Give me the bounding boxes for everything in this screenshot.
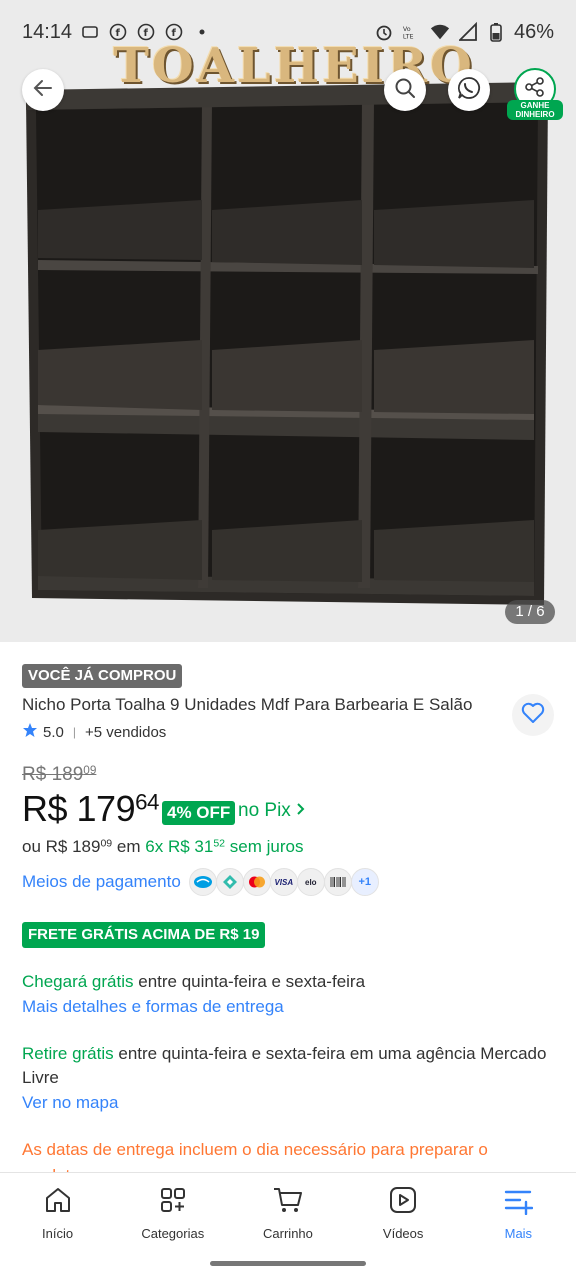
nav-categories-label: Categorias — [141, 1226, 205, 1241]
product-image-gallery[interactable]: 14:14 f f f Vo LTE 46% TOALHEIRO GANHE D… — [0, 0, 576, 642]
nav-videos-label: Vídeos — [382, 1226, 424, 1241]
mercado-pago-icon — [188, 868, 217, 896]
status-time: 14:14 — [22, 20, 73, 43]
star-icon — [22, 722, 38, 742]
rating-row[interactable]: 5.0 | +5 vendidos — [22, 722, 166, 742]
heart-icon — [521, 702, 545, 729]
share-icon — [524, 76, 546, 103]
whatsapp-share-button[interactable] — [448, 69, 490, 111]
svg-text:Vo: Vo — [403, 26, 411, 33]
alarm-icon — [374, 22, 394, 42]
product-title: Nicho Porta Toalha 9 Unidades Mdf Para B… — [22, 695, 473, 714]
categories-icon — [158, 1185, 188, 1220]
pickup-info: Retire grátis entre quinta-feira e sexta… — [22, 1044, 547, 1087]
discount-badge: 4% OFF — [162, 801, 236, 825]
battery-icon — [486, 22, 506, 42]
nav-home-label: Início — [42, 1226, 74, 1241]
facebook-icon: f — [108, 22, 128, 42]
arrow-left-icon — [31, 76, 55, 105]
already-bought-badge: VOCÊ JÁ COMPROU — [22, 664, 183, 688]
whatsapp-icon — [456, 75, 482, 106]
notification-icon — [80, 22, 100, 42]
share-earn-label: GANHE DINHEIRO — [507, 100, 563, 120]
volte-icon: Vo LTE — [402, 22, 422, 42]
share-earn-button[interactable]: GANHE DINHEIRO — [507, 68, 563, 124]
battery-percent: 46% — [513, 20, 554, 43]
favorite-button[interactable] — [512, 694, 554, 736]
current-price: R$ 17964 — [22, 788, 159, 829]
sold-count: +5 vendidos — [84, 723, 167, 741]
search-button[interactable] — [384, 69, 426, 111]
wifi-icon — [430, 22, 450, 42]
nav-cart-label: Carrinho — [263, 1226, 313, 1241]
delivery-details-link[interactable]: Mais detalhes e formas de entrega — [22, 997, 284, 1017]
gesture-home-indicator[interactable] — [210, 1261, 366, 1266]
svg-text:f: f — [144, 28, 149, 39]
map-link[interactable]: Ver no mapa — [22, 1093, 118, 1113]
cart-icon — [272, 1185, 304, 1220]
svg-text:f: f — [172, 28, 177, 39]
installments-text: ou R$ 18909 em 6x R$ 3152 sem juros — [22, 837, 304, 856]
more-menu-icon — [503, 1185, 534, 1220]
nav-more[interactable]: Mais — [461, 1173, 576, 1280]
rating-value: 5.0 — [43, 723, 64, 741]
delivery-info: Chegará grátis entre quinta-feira e sext… — [22, 972, 366, 991]
image-counter: 1 / 6 — [505, 600, 555, 624]
status-bar: 14:14 f f f Vo LTE 46% — [0, 0, 576, 64]
back-button[interactable] — [22, 69, 64, 111]
payment-methods-link[interactable]: Meios de pagamento VISA elo +1 — [22, 868, 379, 896]
free-shipping-badge: FRETE GRÁTIS ACIMA DE R$ 19 — [22, 922, 266, 948]
nav-home[interactable]: Início — [0, 1173, 115, 1280]
search-icon — [393, 76, 417, 105]
svg-text:LTE: LTE — [403, 33, 414, 40]
visa-icon: VISA — [269, 868, 298, 896]
mastercard-icon — [242, 868, 271, 896]
product-photo — [26, 82, 548, 605]
pix-icon — [215, 868, 244, 896]
svg-text:f: f — [116, 28, 121, 39]
video-icon — [388, 1185, 418, 1220]
payment-methods-label: Meios de pagamento — [22, 872, 181, 891]
dot-icon — [192, 22, 212, 42]
pix-link[interactable]: no Pix — [238, 800, 306, 822]
nav-more-label: Mais — [504, 1226, 533, 1241]
elo-icon: elo — [296, 868, 325, 896]
old-price: R$ 18909 — [22, 764, 97, 785]
home-icon — [43, 1185, 73, 1220]
chevron-right-icon — [296, 800, 306, 821]
boleto-icon — [323, 868, 352, 896]
facebook-icon: f — [136, 22, 156, 42]
more-payments: +1 — [350, 868, 379, 896]
facebook-icon: f — [164, 22, 184, 42]
signal-icon — [458, 22, 478, 42]
